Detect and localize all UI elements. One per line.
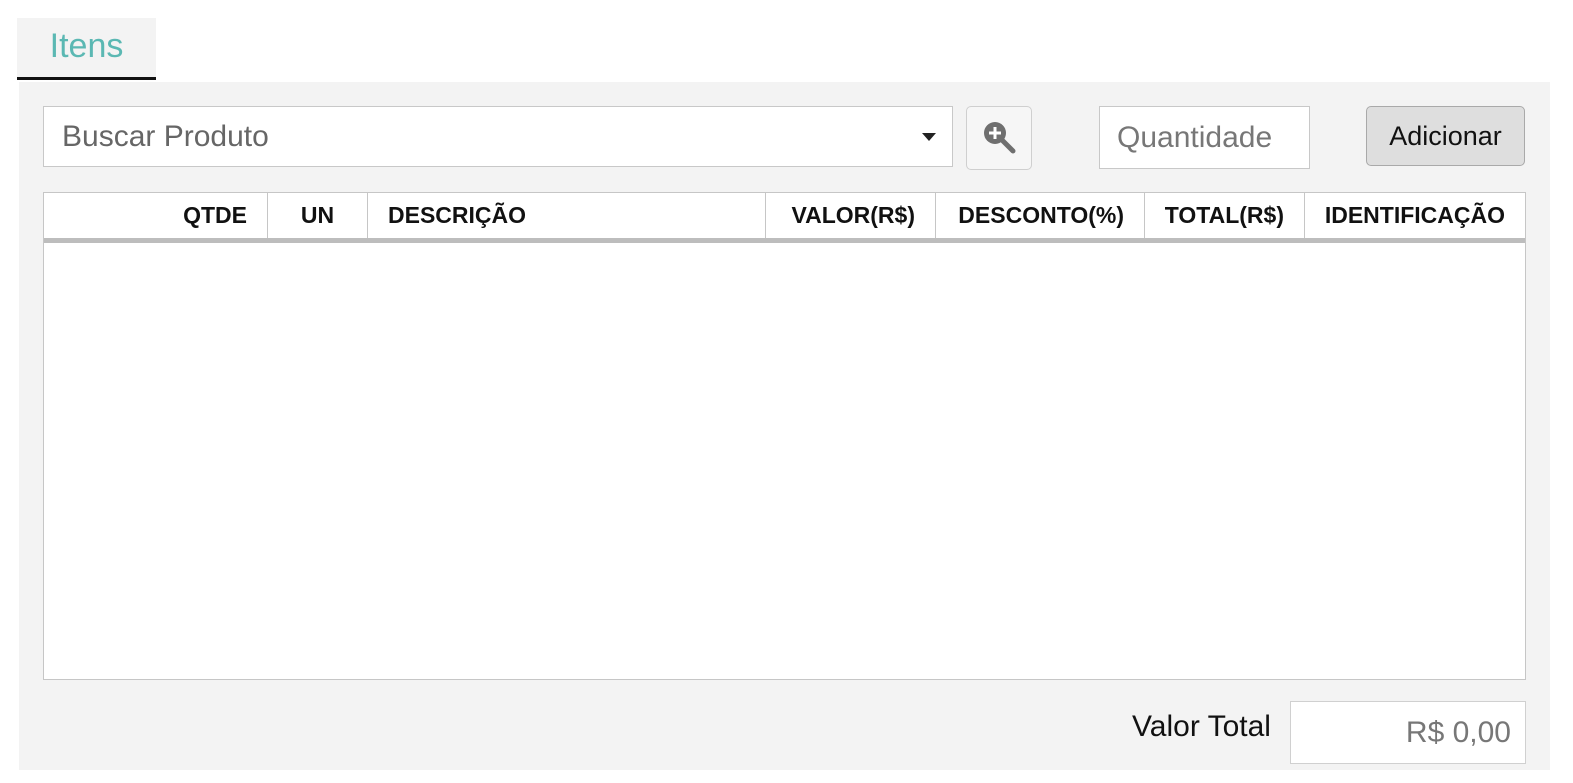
product-search-placeholder: Buscar Produto xyxy=(62,119,269,153)
chevron-down-icon[interactable] xyxy=(922,132,936,141)
column-header-desconto[interactable]: DESCONTO(%) xyxy=(936,193,1145,238)
tab-label: Itens xyxy=(49,27,124,65)
items-table[interactable]: QTDE UN DESCRIÇÃO VALOR(R$) DESCONTO(%) … xyxy=(43,192,1526,680)
column-header-descricao[interactable]: DESCRIÇÃO xyxy=(368,193,766,238)
product-search-combobox[interactable]: Buscar Produto xyxy=(43,106,953,167)
column-header-valor[interactable]: VALOR(R$) xyxy=(766,193,936,238)
zoom-in-icon xyxy=(984,122,1016,154)
table-header: QTDE UN DESCRIÇÃO VALOR(R$) DESCONTO(%) … xyxy=(44,193,1525,243)
add-button[interactable]: Adicionar xyxy=(1366,106,1525,166)
column-header-qtde[interactable]: QTDE xyxy=(44,193,268,238)
column-header-un[interactable]: UN xyxy=(268,193,368,238)
total-label: Valor Total xyxy=(1132,710,1271,743)
quantity-input[interactable]: Quantidade xyxy=(1099,106,1310,169)
column-header-total[interactable]: TOTAL(R$) xyxy=(1145,193,1305,238)
column-header-identificacao[interactable]: IDENTIFICAÇÃO xyxy=(1305,193,1525,238)
total-value-field: R$ 0,00 xyxy=(1290,701,1526,764)
search-product-button[interactable] xyxy=(966,106,1032,170)
tab-itens[interactable]: Itens xyxy=(17,18,156,80)
